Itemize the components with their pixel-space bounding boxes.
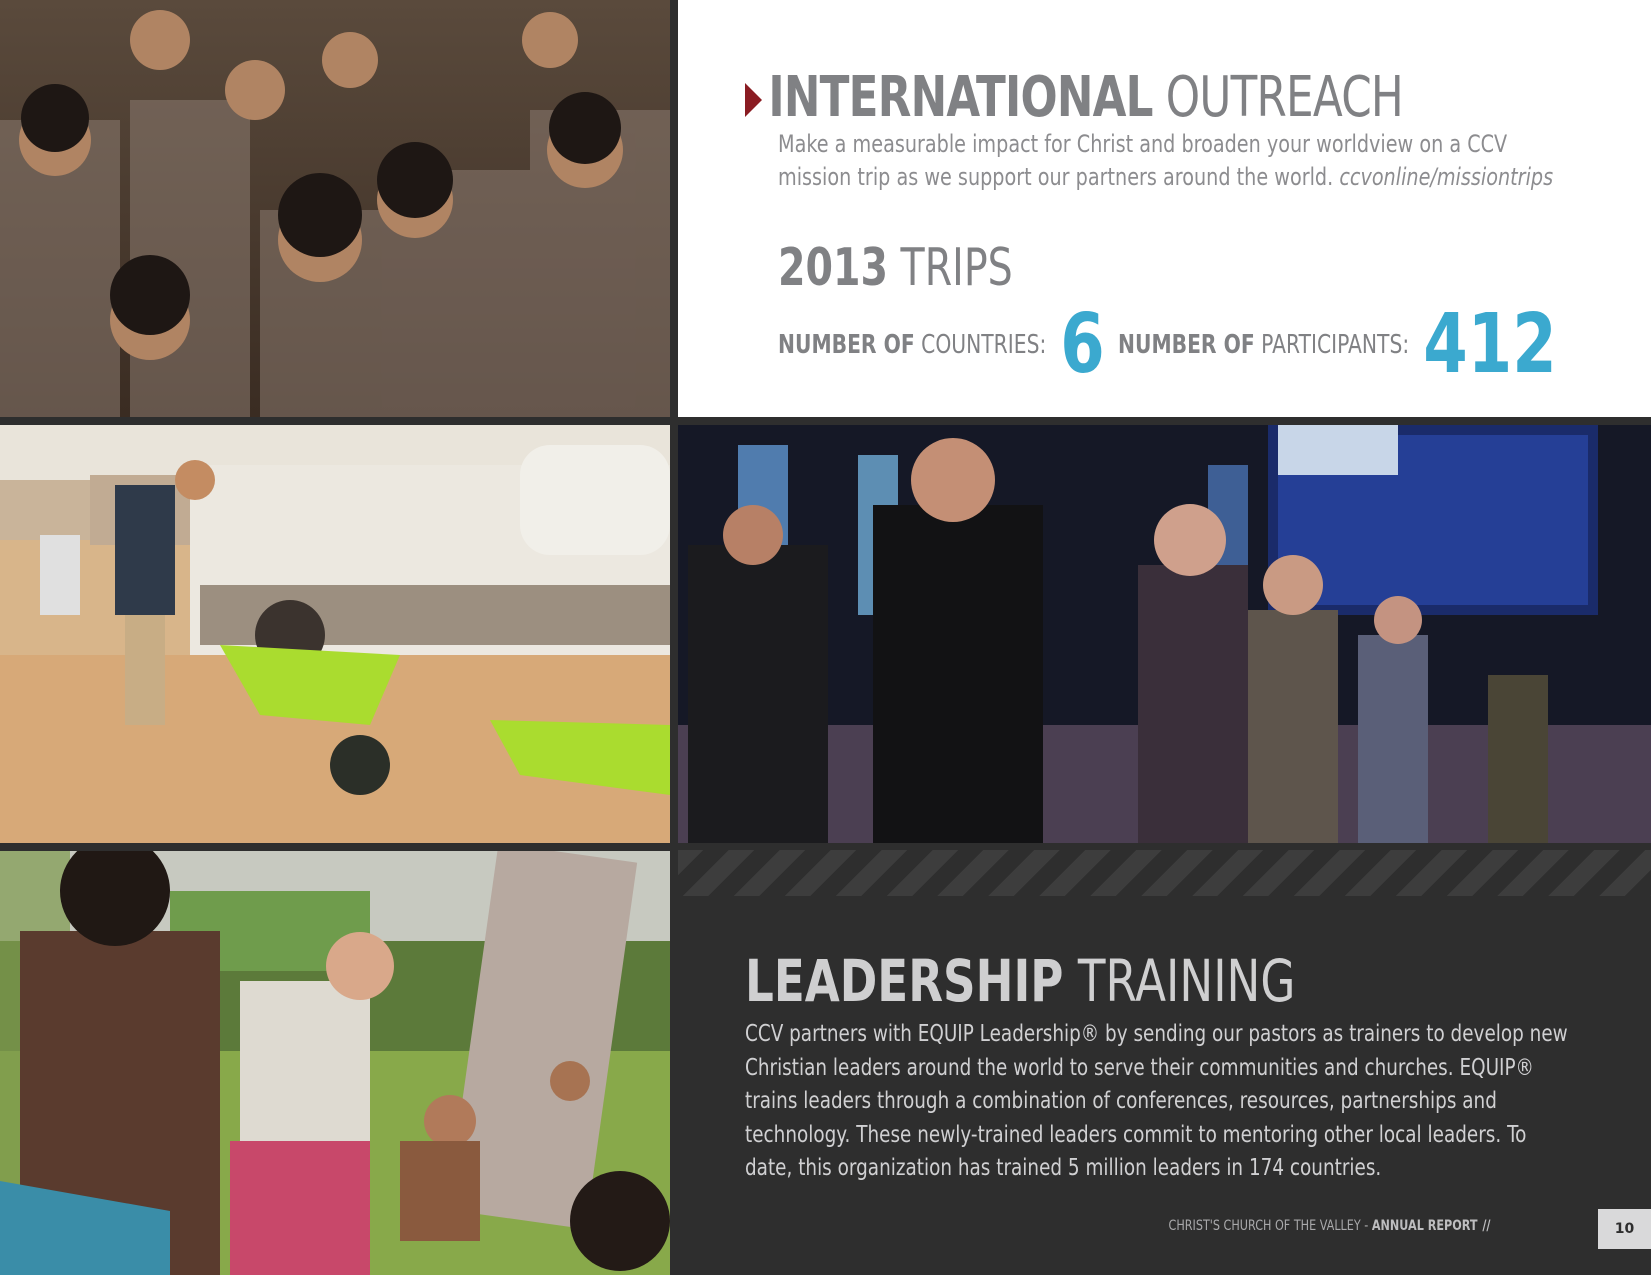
countries-stat: NUMBER OF COUNTRIES: 6 xyxy=(778,300,1105,390)
leadership-title-bold: LEADERSHIP xyxy=(745,947,1064,1015)
outreach-title-light: OUTREACH xyxy=(1165,65,1404,130)
leadership-description: CCV partners with EQUIP Leadership® by s… xyxy=(745,1021,1568,1181)
conference-stage-photo xyxy=(678,425,1651,843)
trips-heading: 2013 TRIPS xyxy=(778,238,1013,298)
schoolchildren-photo xyxy=(0,0,670,417)
footer-report: ANNUAL REPORT xyxy=(1372,1218,1479,1234)
leadership-title: LEADERSHIP TRAINING xyxy=(745,948,1295,1014)
participants-stat: NUMBER OF PARTICIPANTS: 412 xyxy=(1118,300,1557,390)
mission-trips-url: ccvonline/missiontrips xyxy=(1339,163,1554,191)
outreach-title-bold: INTERNATIONAL xyxy=(768,65,1153,130)
page-number: 10 xyxy=(1598,1209,1651,1249)
footer-org: CHRIST'S CHURCH OF THE VALLEY - xyxy=(1168,1218,1369,1234)
participants-label: PARTICIPANTS: xyxy=(1261,330,1410,360)
participants-value: 412 xyxy=(1423,297,1557,392)
leadership-title-light: TRAINING xyxy=(1077,947,1296,1015)
footer-credit: CHRIST'S CHURCH OF THE VALLEY - ANNUAL R… xyxy=(1169,1218,1491,1234)
diagonal-stripe-band xyxy=(678,850,1651,896)
countries-label-bold: NUMBER OF xyxy=(778,330,915,360)
trips-label: TRIPS xyxy=(900,238,1013,298)
countries-value: 6 xyxy=(1060,297,1105,392)
wheelbarrow-photo xyxy=(0,425,670,843)
outreach-description: Make a measurable impact for Christ and … xyxy=(778,128,1578,194)
trips-year: 2013 xyxy=(778,238,888,298)
footer-separator: // xyxy=(1482,1218,1491,1234)
countries-label: COUNTRIES: xyxy=(921,330,1047,360)
participants-label-bold: NUMBER OF xyxy=(1118,330,1255,360)
outreach-title: INTERNATIONAL OUTREACH xyxy=(745,66,1403,130)
playground-photo xyxy=(0,851,670,1275)
